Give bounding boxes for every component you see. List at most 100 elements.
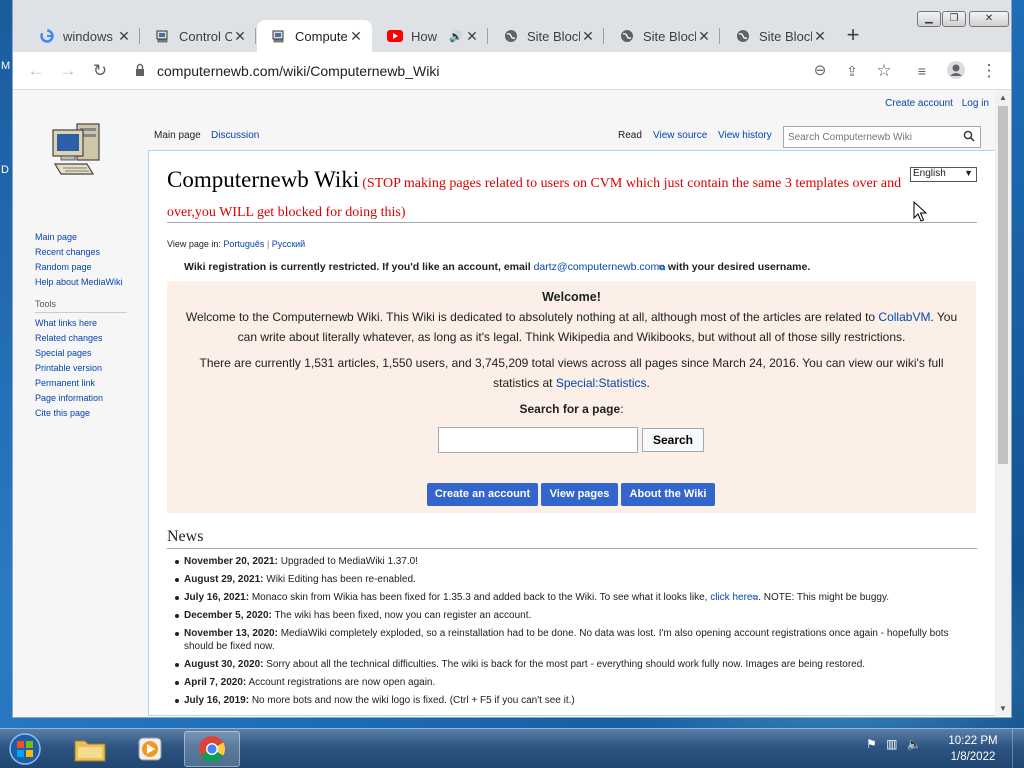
search-icon[interactable]: [963, 130, 975, 142]
chrome-icon: [199, 736, 226, 763]
back-icon[interactable]: ←: [25, 60, 47, 82]
start-button[interactable]: [4, 732, 46, 766]
sidebar-item-help[interactable]: Help about MediaWiki: [35, 275, 123, 290]
lock-icon: [136, 63, 144, 76]
tab-read[interactable]: Read: [618, 130, 642, 141]
email-link[interactable]: dartz@computernewb.com: [534, 261, 660, 273]
sidebar-item-printable-version[interactable]: Printable version: [35, 361, 127, 376]
sidebar-item-related-changes[interactable]: Related changes: [35, 331, 127, 346]
google-icon: [39, 28, 55, 44]
profile-icon[interactable]: [945, 60, 967, 82]
tab-site-block-3[interactable]: Site Block ✕: [721, 20, 836, 52]
system-tray: ⚑ ▥ 🔈: [866, 737, 922, 751]
sidebar-item-random-page[interactable]: Random page: [35, 260, 123, 275]
new-tab-button[interactable]: +: [841, 24, 865, 48]
page-search-button[interactable]: Search: [642, 428, 704, 452]
network-icon[interactable]: ▥: [886, 737, 897, 751]
page-search-form: Search: [438, 427, 704, 453]
tab-site-block-2[interactable]: Site Block ✕: [605, 20, 720, 52]
close-tab-icon[interactable]: ✕: [812, 28, 828, 45]
volume-icon[interactable]: 🔈: [907, 737, 922, 751]
system-clock[interactable]: 10:22 PM 1/8/2022: [945, 733, 1001, 765]
personal-tools: Create account Log in: [879, 98, 989, 109]
stats-paragraph: There are currently 1,531 articles, 1,55…: [199, 356, 944, 390]
reload-icon[interactable]: ↻: [89, 60, 111, 82]
welcome-box: Welcome! Welcome to the Computernewb Wik…: [167, 281, 976, 513]
page-search-input[interactable]: [438, 427, 638, 453]
maximize-button[interactable]: ❐: [942, 11, 966, 27]
close-tab-icon[interactable]: ✕: [580, 28, 596, 45]
tab-youtube[interactable]: How 🔊 ✕: [373, 20, 488, 52]
media-control-icon[interactable]: ≡: [911, 60, 933, 82]
lang-link-russian[interactable]: Русский: [272, 239, 305, 249]
browser-window: windows ✕ Control C ✕ Compute ✕ How 🔊 ✕: [12, 0, 1012, 718]
tab-site-block-1[interactable]: Site Block ✕: [489, 20, 604, 52]
action-center-icon[interactable]: ⚑: [866, 737, 877, 751]
login-link[interactable]: Log in: [962, 98, 989, 109]
news-item: August 29, 2021: Wiki Editing has been r…: [175, 573, 979, 586]
taskbar-file-explorer[interactable]: [62, 731, 118, 767]
sidebar-item-cite[interactable]: Cite this page: [35, 406, 127, 421]
tab-control[interactable]: Control C ✕: [141, 20, 256, 52]
minimize-button[interactable]: ▁: [917, 11, 941, 27]
taskbar-media-player[interactable]: [122, 731, 178, 767]
close-window-button[interactable]: ✕: [969, 11, 1009, 27]
lang-link-portuguese[interactable]: Português: [223, 239, 264, 249]
create-account-button[interactable]: Create an account: [427, 483, 538, 506]
scroll-up-icon[interactable]: ▲: [995, 93, 1011, 102]
url-text: computernewb.com/wiki/Computernewb_Wiki: [157, 63, 440, 79]
tab-computernewb[interactable]: Compute ✕: [257, 20, 372, 52]
tools-heading: Tools: [35, 299, 57, 309]
sidebar-item-recent-changes[interactable]: Recent changes: [35, 245, 123, 260]
close-tab-icon[interactable]: ✕: [116, 28, 132, 45]
tab-windows[interactable]: windows ✕: [25, 20, 140, 52]
wiki-computer-icon: [155, 28, 171, 44]
taskbar-chrome[interactable]: [184, 731, 240, 767]
tab-discussion[interactable]: Discussion: [211, 130, 259, 141]
search-label: Search for a page:: [519, 402, 624, 416]
show-desktop-button[interactable]: [1012, 729, 1024, 768]
address-bar[interactable]: computernewb.com/wiki/Computernewb_Wiki: [125, 57, 885, 85]
share-icon[interactable]: ⇪: [841, 60, 863, 82]
tab-view-history[interactable]: View history: [718, 130, 772, 141]
tab-bar: windows ✕ Control C ✕ Compute ✕ How 🔊 ✕: [13, 0, 1011, 52]
create-account-link[interactable]: Create account: [885, 98, 953, 109]
wiki-logo[interactable]: [43, 118, 107, 182]
sidebar-item-main-page[interactable]: Main page: [35, 230, 123, 245]
collabvm-link[interactable]: CollabVM: [878, 310, 930, 324]
sidebar-tools: Tools What links here Related changes Sp…: [35, 299, 127, 421]
sidebar-item-permanent-link[interactable]: Permanent link: [35, 376, 127, 391]
speaker-icon[interactable]: 🔊: [448, 30, 464, 43]
view-pages-button[interactable]: View pages: [541, 483, 618, 506]
sidebar-item-special-pages[interactable]: Special pages: [35, 346, 127, 361]
statistics-link[interactable]: Special:Statistics: [556, 376, 647, 390]
mouse-cursor-icon: [913, 201, 927, 222]
scrollbar-thumb[interactable]: [998, 106, 1008, 464]
click-here-link[interactable]: click here: [710, 592, 752, 603]
tab-view-source[interactable]: View source: [653, 130, 707, 141]
language-select[interactable]: English ▼: [910, 167, 977, 182]
forward-icon[interactable]: →: [57, 60, 79, 82]
tab-main-page[interactable]: Main page: [154, 130, 201, 141]
wiki-search-input[interactable]: [784, 127, 954, 147]
close-tab-icon[interactable]: ✕: [696, 28, 712, 45]
close-tab-icon[interactable]: ✕: [464, 28, 480, 45]
desktop-edge-text: D: [1, 164, 9, 176]
page-scrollbar[interactable]: ▲ ▼: [995, 90, 1011, 716]
news-list: November 20, 2021: Upgraded to MediaWiki…: [175, 555, 979, 712]
menu-icon[interactable]: ⋮: [978, 60, 1000, 82]
bookmark-star-icon[interactable]: ☆: [873, 60, 895, 82]
sidebar-item-page-information[interactable]: Page information: [35, 391, 127, 406]
clock-date: 1/8/2022: [950, 751, 996, 763]
page-title-text: Computernewb Wiki: [167, 167, 360, 192]
taskbar: ⚑ ▥ 🔈 10:22 PM 1/8/2022: [0, 728, 1024, 768]
about-wiki-button[interactable]: About the Wiki: [621, 483, 715, 506]
scroll-down-icon[interactable]: ▼: [995, 704, 1011, 713]
zoom-icon[interactable]: ⊖: [809, 60, 831, 82]
title-divider: [167, 222, 977, 223]
news-item: November 20, 2021: Upgraded to MediaWiki…: [175, 555, 979, 568]
close-tab-icon[interactable]: ✕: [232, 28, 248, 45]
close-tab-icon[interactable]: ✕: [348, 28, 364, 45]
sidebar-item-what-links-here[interactable]: What links here: [35, 316, 127, 331]
page-viewport: Create account Log in Main page Recent c…: [13, 90, 995, 716]
